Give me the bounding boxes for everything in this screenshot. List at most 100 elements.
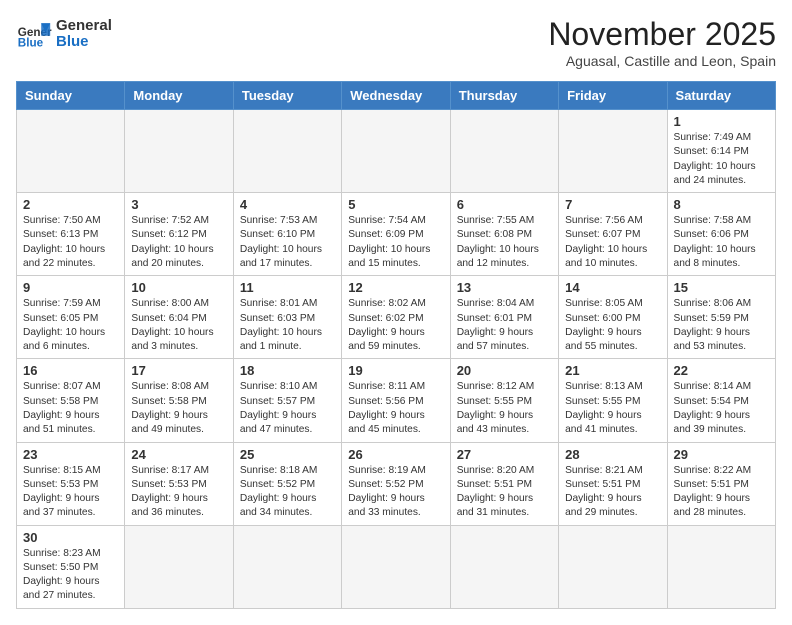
calendar-cell: 12 Sunrise: 8:02 AM Sunset: 6:02 PM Dayli… (342, 276, 450, 359)
calendar-cell: 15 Sunrise: 8:06 AM Sunset: 5:59 PM Dayli… (667, 276, 775, 359)
calendar-cell: 30 Sunrise: 8:23 AM Sunset: 5:50 PM Dayli… (17, 525, 125, 608)
calendar-cell (559, 110, 667, 193)
calendar-cell: 4Sunrise: 7:53 AM Sunset: 6:10 PM Daylig… (233, 193, 341, 276)
day-info: Sunrise: 8:05 AM Sunset: 6:00 PM Dayligh… (565, 297, 660, 354)
day-info: Sunrise: 8:13 AM Sunset: 5:55 PM Dayligh… (565, 380, 660, 437)
column-header-saturday: Saturday (667, 82, 775, 110)
calendar-cell: 11 Sunrise: 8:01 AM Sunset: 6:03 PM Dayli… (233, 276, 341, 359)
day-info: Sunrise: 7:59 AM Sunset: 6:05 PM Dayligh… (23, 297, 118, 354)
day-info: Sunrise: 8:19 AM Sunset: 5:52 PM Dayligh… (348, 464, 443, 521)
day-number: 2 (23, 197, 118, 212)
calendar-cell-empty (342, 525, 450, 608)
week-row-4: 16Sunrise: 8:07 AM Sunset: 5:58 PM Dayli… (17, 359, 776, 442)
day-info: Sunrise: 8:06 AM Sunset: 5:59 PM Dayligh… (674, 297, 769, 354)
day-info: Sunrise: 8:08 AM Sunset: 5:58 PM Dayligh… (131, 380, 226, 437)
day-info: Sunrise: 7:49 AM Sunset: 6:14 PM Dayligh… (674, 131, 769, 188)
day-number: 27 (457, 447, 552, 462)
day-number: 19 (348, 363, 443, 378)
day-number: 5 (348, 197, 443, 212)
day-number: 15 (674, 280, 769, 295)
calendar-cell: 13 Sunrise: 8:04 AM Sunset: 6:01 PM Dayli… (450, 276, 558, 359)
day-number: 21 (565, 363, 660, 378)
day-info: Sunrise: 8:15 AM Sunset: 5:53 PM Dayligh… (23, 464, 118, 521)
day-info: Sunrise: 8:14 AM Sunset: 5:54 PM Dayligh… (674, 380, 769, 437)
calendar-cell: 3 Sunrise: 7:52 AM Sunset: 6:12 PM Daylig… (125, 193, 233, 276)
day-info: Sunrise: 8:18 AM Sunset: 5:52 PM Dayligh… (240, 464, 335, 521)
day-info: Sunrise: 7:50 AM Sunset: 6:13 PM Dayligh… (23, 214, 118, 271)
day-info: Sunrise: 8:17 AM Sunset: 5:53 PM Dayligh… (131, 464, 226, 521)
day-info: Sunrise: 7:55 AM Sunset: 6:08 PM Dayligh… (457, 214, 552, 271)
day-number: 12 (348, 280, 443, 295)
location-subtitle: Aguasal, Castille and Leon, Spain (548, 53, 776, 69)
svg-text:Blue: Blue (18, 37, 44, 50)
week-row-5: 23 Sunrise: 8:15 AM Sunset: 5:53 PM Dayli… (17, 442, 776, 525)
day-number: 25 (240, 447, 335, 462)
day-number: 8 (674, 197, 769, 212)
calendar-cell: 9 Sunrise: 7:59 AM Sunset: 6:05 PM Daylig… (17, 276, 125, 359)
calendar-cell: 16Sunrise: 8:07 AM Sunset: 5:58 PM Dayli… (17, 359, 125, 442)
day-info: Sunrise: 8:12 AM Sunset: 5:55 PM Dayligh… (457, 380, 552, 437)
day-number: 18 (240, 363, 335, 378)
calendar-cell: 22Sunrise: 8:14 AM Sunset: 5:54 PM Dayli… (667, 359, 775, 442)
calendar-cell: 8 Sunrise: 7:58 AM Sunset: 6:06 PM Daylig… (667, 193, 775, 276)
calendar-cell: 18 Sunrise: 8:10 AM Sunset: 5:57 PM Dayli… (233, 359, 341, 442)
calendar-header-row: SundayMondayTuesdayWednesdayThursdayFrid… (17, 82, 776, 110)
day-info: Sunrise: 8:10 AM Sunset: 5:57 PM Dayligh… (240, 380, 335, 437)
calendar-cell: 26Sunrise: 8:19 AM Sunset: 5:52 PM Dayli… (342, 442, 450, 525)
column-header-friday: Friday (559, 82, 667, 110)
day-number: 30 (23, 530, 118, 545)
column-header-thursday: Thursday (450, 82, 558, 110)
column-header-wednesday: Wednesday (342, 82, 450, 110)
calendar-cell-empty (233, 525, 341, 608)
logo-blue: Blue (56, 34, 112, 51)
calendar-cell: 24Sunrise: 8:17 AM Sunset: 5:53 PM Dayli… (125, 442, 233, 525)
day-info: Sunrise: 8:20 AM Sunset: 5:51 PM Dayligh… (457, 464, 552, 521)
day-number: 29 (674, 447, 769, 462)
calendar-cell: 2 Sunrise: 7:50 AM Sunset: 6:13 PM Daylig… (17, 193, 125, 276)
day-info: Sunrise: 7:53 AM Sunset: 6:10 PM Dayligh… (240, 214, 335, 271)
day-info: Sunrise: 8:23 AM Sunset: 5:50 PM Dayligh… (23, 547, 118, 604)
calendar-cell: 27 Sunrise: 8:20 AM Sunset: 5:51 PM Dayli… (450, 442, 558, 525)
calendar-cell-empty (559, 525, 667, 608)
calendar-cell (342, 110, 450, 193)
week-row-2: 2 Sunrise: 7:50 AM Sunset: 6:13 PM Daylig… (17, 193, 776, 276)
day-info: Sunrise: 8:22 AM Sunset: 5:51 PM Dayligh… (674, 464, 769, 521)
calendar-cell: 5 Sunrise: 7:54 AM Sunset: 6:09 PM Daylig… (342, 193, 450, 276)
logo-general: General (56, 18, 112, 35)
day-info: Sunrise: 7:52 AM Sunset: 6:12 PM Dayligh… (131, 214, 226, 271)
day-number: 7 (565, 197, 660, 212)
calendar-cell: 28Sunrise: 8:21 AM Sunset: 5:51 PM Dayli… (559, 442, 667, 525)
logo-icon: General Blue (16, 16, 52, 52)
calendar-cell-empty (450, 525, 558, 608)
calendar-cell (450, 110, 558, 193)
day-number: 6 (457, 197, 552, 212)
day-number: 17 (131, 363, 226, 378)
day-number: 11 (240, 280, 335, 295)
day-number: 13 (457, 280, 552, 295)
column-header-monday: Monday (125, 82, 233, 110)
week-row-3: 9 Sunrise: 7:59 AM Sunset: 6:05 PM Daylig… (17, 276, 776, 359)
day-info: Sunrise: 8:07 AM Sunset: 5:58 PM Dayligh… (23, 380, 118, 437)
day-info: Sunrise: 7:54 AM Sunset: 6:09 PM Dayligh… (348, 214, 443, 271)
calendar-cell: 10Sunrise: 8:00 AM Sunset: 6:04 PM Dayli… (125, 276, 233, 359)
day-info: Sunrise: 8:02 AM Sunset: 6:02 PM Dayligh… (348, 297, 443, 354)
week-row-1: 1Sunrise: 7:49 AM Sunset: 6:14 PM Daylig… (17, 110, 776, 193)
day-number: 3 (131, 197, 226, 212)
day-number: 9 (23, 280, 118, 295)
calendar-cell-empty (667, 525, 775, 608)
calendar-cell: 29 Sunrise: 8:22 AM Sunset: 5:51 PM Dayli… (667, 442, 775, 525)
day-info: Sunrise: 8:04 AM Sunset: 6:01 PM Dayligh… (457, 297, 552, 354)
day-info: Sunrise: 8:11 AM Sunset: 5:56 PM Dayligh… (348, 380, 443, 437)
day-info: Sunrise: 7:58 AM Sunset: 6:06 PM Dayligh… (674, 214, 769, 271)
calendar-cell: 1Sunrise: 7:49 AM Sunset: 6:14 PM Daylig… (667, 110, 775, 193)
calendar-cell: 19 Sunrise: 8:11 AM Sunset: 5:56 PM Dayli… (342, 359, 450, 442)
day-number: 28 (565, 447, 660, 462)
day-info: Sunrise: 8:00 AM Sunset: 6:04 PM Dayligh… (131, 297, 226, 354)
calendar-cell-empty (125, 525, 233, 608)
calendar-cell (125, 110, 233, 193)
calendar-cell: 14Sunrise: 8:05 AM Sunset: 6:00 PM Dayli… (559, 276, 667, 359)
calendar-cell: 21 Sunrise: 8:13 AM Sunset: 5:55 PM Dayli… (559, 359, 667, 442)
day-number: 23 (23, 447, 118, 462)
day-info: Sunrise: 8:01 AM Sunset: 6:03 PM Dayligh… (240, 297, 335, 354)
calendar-cell: 6 Sunrise: 7:55 AM Sunset: 6:08 PM Daylig… (450, 193, 558, 276)
